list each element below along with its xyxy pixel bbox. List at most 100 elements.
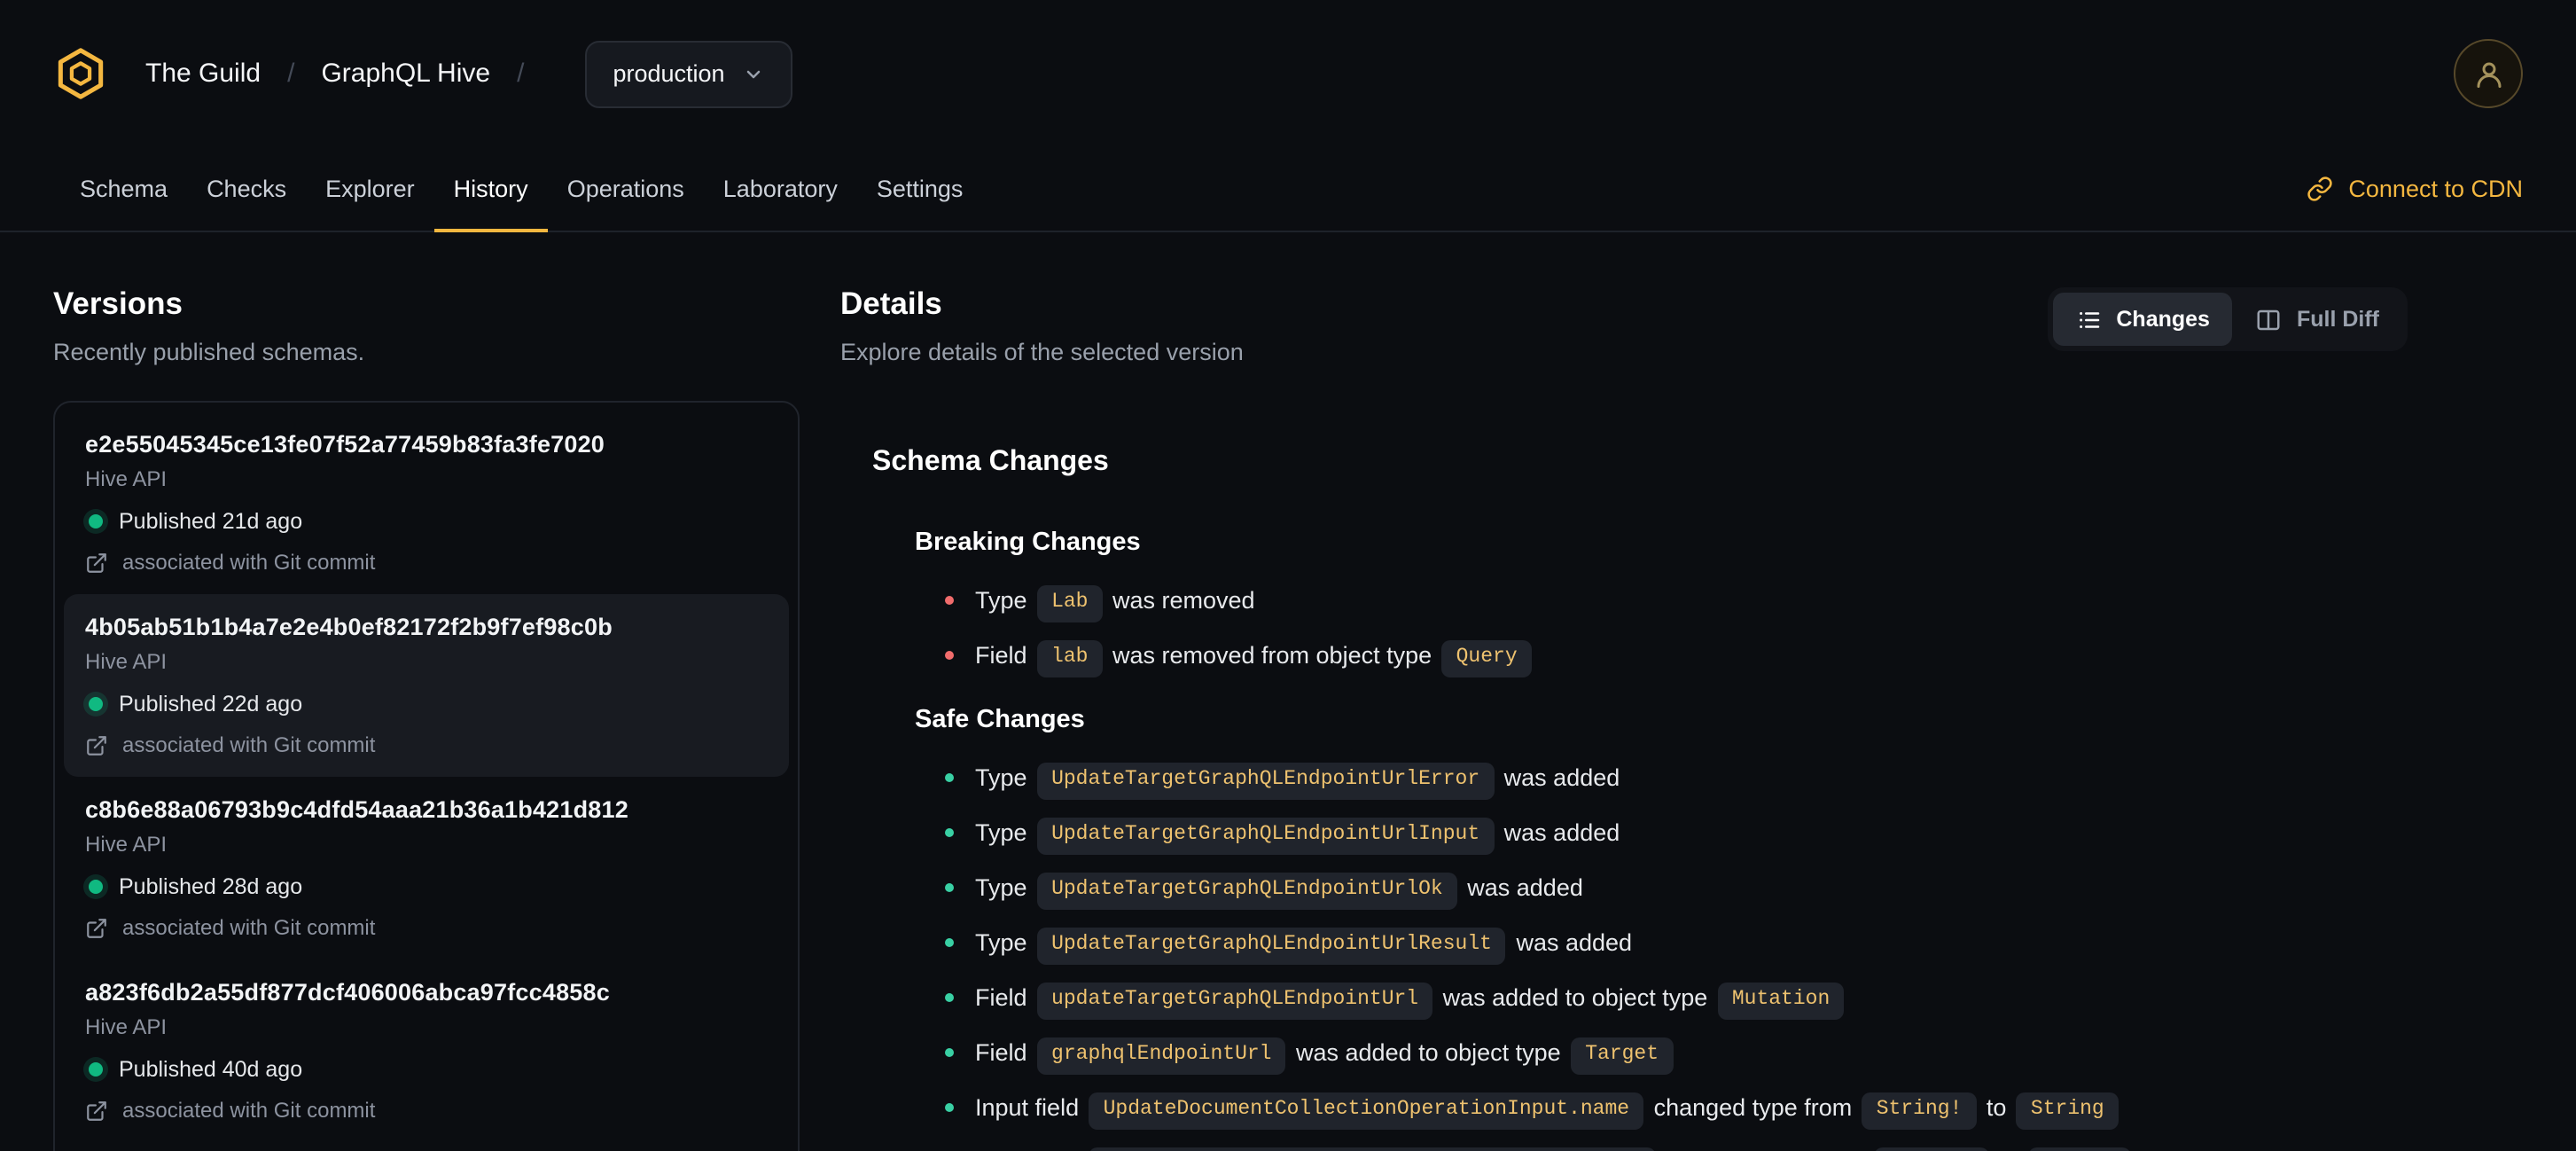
- project-name[interactable]: GraphQL Hive: [321, 59, 490, 89]
- change-text-segment: Type: [975, 819, 1034, 846]
- version-hash: a823f6db2a55df877dcf406006abca97fcc4858c: [85, 979, 610, 1006]
- code-chip: UpdateDocumentCollectionOperationInput.n…: [1089, 1092, 1644, 1130]
- change-content: Type UpdateTargetGraphQLEndpointUrlInput…: [975, 812, 1620, 855]
- version-list-item[interactable]: a823f6db2a55df877dcf406006abca97fcc4858c…: [64, 959, 789, 1142]
- version-published: Published 22d ago: [119, 692, 303, 716]
- change-content: Field graphqlEndpointUrl was added to ob…: [975, 1032, 1676, 1075]
- nav-tab-history[interactable]: History: [433, 147, 548, 232]
- schema-changes-title: Schema Changes: [872, 447, 1109, 477]
- details-subtitle: Explore details of the selected version: [840, 339, 1244, 365]
- code-chip: UpdateTargetGraphQLEndpointUrlResult: [1037, 928, 1506, 965]
- published-status-dot: [89, 697, 103, 711]
- list-icon: [2079, 311, 2099, 327]
- code-chip: UpdateTargetGraphQLEndpointUrlInput: [1037, 818, 1495, 855]
- published-status-dot: [89, 880, 103, 894]
- change-text-segment: was added: [1509, 929, 1633, 956]
- connect-to-cdn-label: Connect to CDN: [2348, 176, 2523, 202]
- schema-change-item: Type UpdateTargetGraphQLEndpointUrlError…: [945, 757, 2408, 800]
- schema-change-item: Type UpdateTargetGraphQLEndpointUrlInput…: [945, 812, 2408, 855]
- code-chip: Lab: [1037, 585, 1103, 622]
- bullet-dot: [945, 651, 954, 660]
- change-text-segment: Input field: [975, 1094, 1086, 1121]
- change-text-segment: was added: [1497, 819, 1620, 846]
- change-content: Type UpdateTargetGraphQLEndpointUrlError…: [975, 757, 1620, 800]
- nav-tab-laboratory[interactable]: Laboratory: [704, 147, 857, 231]
- schema-change-item: Type UpdateTargetGraphQLEndpointUrlOk wa…: [945, 867, 2408, 910]
- link-icon: [2307, 176, 2332, 201]
- app-viewport: The Guild / GraphQL Hive / production Sc…: [0, 0, 2576, 1151]
- schema-change-item: Input field UpdateDocumentCollectionOper…: [945, 1087, 2408, 1130]
- target-selector-dropdown[interactable]: production: [584, 40, 792, 107]
- breadcrumb-separator: /: [287, 59, 295, 89]
- version-git-row: associated with Git commit: [85, 1098, 768, 1123]
- version-status-row: Published 28d ago: [85, 874, 768, 899]
- bullet-dot: [945, 993, 954, 1002]
- code-chip: UpdateTargetGraphQLEndpointUrlError: [1037, 763, 1495, 800]
- org-name[interactable]: The Guild: [145, 59, 261, 89]
- schema-change-item: Input field UpdateDocumentCollectionOper…: [945, 1142, 2408, 1151]
- top-bar: The Guild / GraphQL Hive / production: [0, 0, 2576, 147]
- nav-tab-explorer[interactable]: Explorer: [306, 147, 434, 231]
- schema-change-item: Field updateTargetGraphQLEndpointUrl was…: [945, 977, 2408, 1020]
- hive-logo-icon[interactable]: [53, 46, 108, 101]
- user-avatar-button[interactable]: [2454, 39, 2523, 108]
- version-hash: 4b05ab51b1b4a7e2e4b0ef82172f2b9f7ef98c0b: [85, 614, 613, 640]
- change-content: Type UpdateTargetGraphQLEndpointUrlOk wa…: [975, 867, 1583, 910]
- code-chip: Mutation: [1717, 983, 1845, 1020]
- bullet-dot: [945, 1103, 954, 1112]
- change-text-segment: was added: [1497, 764, 1620, 791]
- version-list-item[interactable]: e2e55045345ce13fe07f52a77459b83fa3fe7020…: [64, 411, 789, 594]
- nav-tab-checks[interactable]: Checks: [187, 147, 306, 231]
- versions-panel: Versions Recently published schemas. e2e…: [53, 232, 800, 1151]
- full-diff-view-label: Full Diff: [2296, 307, 2379, 332]
- nav-tab-operations[interactable]: Operations: [548, 147, 704, 231]
- code-chip: updateTargetGraphQLEndpointUrl: [1037, 983, 1433, 1020]
- change-text-segment: was added to object type: [1436, 984, 1714, 1011]
- connect-to-cdn-link[interactable]: Connect to CDN: [2306, 147, 2523, 231]
- columns-icon: [2258, 309, 2281, 330]
- full-diff-view-button[interactable]: Full Diff: [2233, 293, 2402, 346]
- code-chip: UpdateDocumentCollectionOperationInput.q…: [1089, 1147, 1656, 1151]
- nav-tab-settings[interactable]: Settings: [857, 147, 983, 231]
- version-list: e2e55045345ce13fe07f52a77459b83fa3fe7020…: [53, 401, 800, 1151]
- change-content: Type UpdateTargetGraphQLEndpointUrlResul…: [975, 922, 1632, 965]
- nav-tab-schema[interactable]: Schema: [60, 147, 187, 231]
- change-text-segment: Type: [975, 874, 1034, 901]
- target-selector-value: production: [613, 60, 725, 87]
- main-content: Versions Recently published schemas. e2e…: [0, 232, 2576, 1151]
- safe-changes-title: Safe Changes: [915, 706, 1085, 734]
- version-service: Hive API: [85, 649, 168, 674]
- external-link-icon: [87, 552, 106, 572]
- code-chip: Target: [1571, 1037, 1674, 1075]
- schema-change-item: Field graphqlEndpointUrl was added to ob…: [945, 1032, 2408, 1075]
- code-chip: String!: [1874, 1147, 1989, 1151]
- code-chip: graphqlEndpointUrl: [1037, 1037, 1286, 1075]
- code-chip: String: [2028, 1147, 2131, 1151]
- breaking-changes-title: Breaking Changes: [915, 529, 1141, 557]
- bullet-dot: [945, 1048, 954, 1057]
- external-link-icon: [87, 735, 106, 755]
- version-list-item[interactable]: 4b05ab51b1b4a7e2e4b0ef82172f2b9f7ef98c0b…: [64, 594, 789, 777]
- version-status-row: Published 22d ago: [85, 692, 768, 716]
- breadcrumb: The Guild / GraphQL Hive / production: [53, 40, 792, 107]
- bullet-dot: [945, 773, 954, 782]
- versions-title: Versions: [53, 286, 183, 321]
- change-content: Type Lab was removed: [975, 580, 1255, 622]
- details-title: Details: [840, 286, 942, 321]
- version-status-row: Published 40d ago: [85, 1057, 768, 1082]
- git-commit-label: associated with Git commit: [122, 1098, 376, 1123]
- change-text-segment: to: [1979, 1094, 2013, 1121]
- bullet-dot: [945, 938, 954, 947]
- change-text-segment: was removed from object type: [1105, 642, 1439, 669]
- change-text-segment: Type: [975, 764, 1034, 791]
- change-text-segment: was removed: [1105, 587, 1255, 614]
- version-hash: c8b6e88a06793b9c4dfd54aaa21b36a1b421d812: [85, 796, 628, 823]
- code-chip: Query: [1441, 640, 1532, 677]
- version-list-item[interactable]: c8b6e88a06793b9c4dfd54aaa21b36a1b421d812…: [64, 777, 789, 959]
- changes-view-button[interactable]: Changes: [2052, 293, 2233, 346]
- git-commit-label: associated with Git commit: [122, 550, 376, 575]
- version-status-row: Published 21d ago: [85, 509, 768, 534]
- view-toggle-group: Changes Full Diff: [2047, 287, 2408, 351]
- version-service: Hive API: [85, 466, 168, 491]
- schema-change-item: Type Lab was removed: [945, 580, 2408, 622]
